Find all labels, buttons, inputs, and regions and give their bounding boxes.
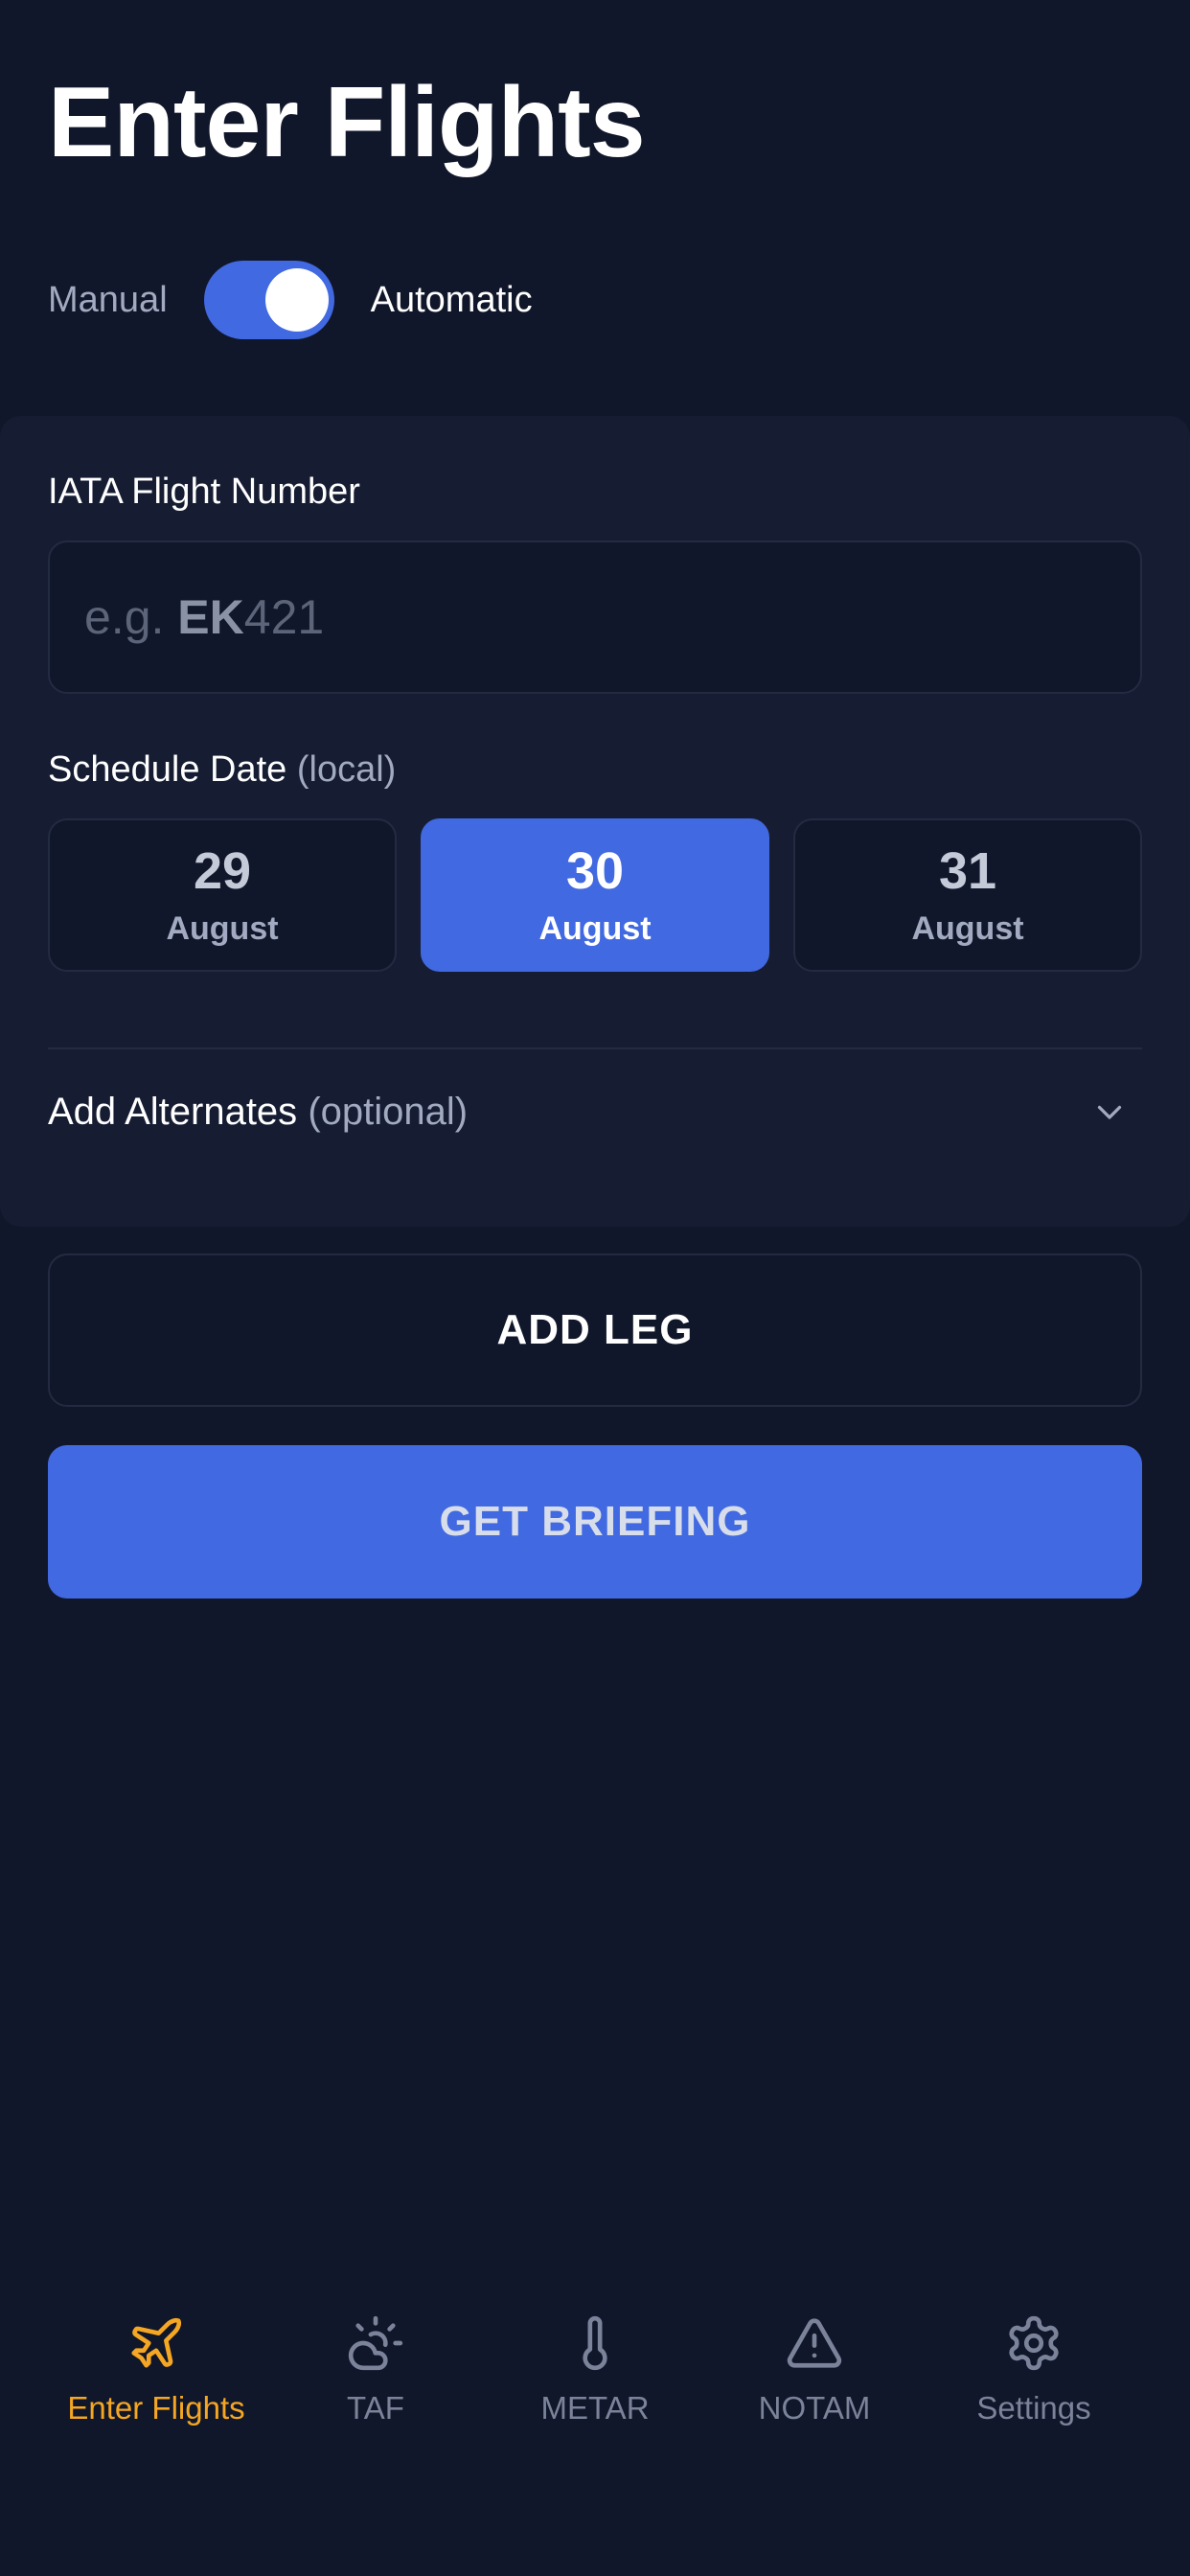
sun-cloud-icon [344,2312,407,2375]
tab-settings[interactable]: Settings [925,2312,1143,2424]
manual-label[interactable]: Manual [48,282,168,318]
placeholder-flight-digits: 421 [243,590,325,644]
flight-number-input[interactable]: e.g. EK 421 [48,540,1142,694]
date-month: August [911,910,1024,947]
date-month: August [538,910,652,947]
date-day: 30 [565,842,625,900]
airplane-icon [125,2312,188,2375]
placeholder-airline-code: EK [177,590,244,644]
placeholder-prefix: e.g. [84,590,178,644]
tab-label: METAR [540,2390,650,2426]
add-alternates-label-suffix: (optional) [308,1091,469,1133]
date-option-31[interactable]: 31 August [793,818,1142,972]
mode-switch-row: Manual Automatic [48,261,533,339]
tab-label: TAF [347,2390,404,2426]
date-selector: 29 August 30 August 31 August [48,818,1142,972]
tab-taf[interactable]: TAF [266,2312,485,2424]
divider [48,1047,1142,1049]
bottom-tab-bar: Enter Flights TAF METAR NOTAM Settings [47,2312,1143,2424]
mode-toggle[interactable] [203,261,334,339]
schedule-date-label-text: Schedule Date [48,749,287,790]
date-day: 29 [193,842,252,900]
tab-label: NOTAM [758,2390,871,2426]
add-alternates-label-text: Add Alternates [48,1091,298,1133]
tab-metar[interactable]: METAR [486,2312,704,2424]
schedule-date-label: Schedule Date (local) [48,751,396,788]
tab-label: Enter Flights [67,2390,245,2426]
automatic-label[interactable]: Automatic [371,282,533,318]
add-alternates-label: Add Alternates (optional) [48,1092,468,1131]
toggle-knob [264,268,329,332]
flight-number-label: IATA Flight Number [48,472,360,512]
date-day: 31 [938,842,997,900]
schedule-date-label-suffix: (local) [296,749,397,790]
date-option-30[interactable]: 30 August [421,818,769,972]
tab-label: Settings [976,2390,1091,2426]
date-option-29[interactable]: 29 August [48,818,397,972]
add-leg-button[interactable]: ADD LEG [48,1254,1142,1407]
thermometer-icon [563,2312,627,2375]
tab-enter-flights[interactable]: Enter Flights [47,2312,265,2424]
add-alternates-toggle[interactable]: Add Alternates (optional) [48,1083,1142,1140]
warning-triangle-icon [783,2312,846,2375]
page-title: Enter Flights [48,67,646,178]
date-month: August [166,910,279,947]
get-briefing-button[interactable]: GET BRIEFING [48,1445,1142,1598]
gear-icon [1002,2312,1065,2375]
tab-notam[interactable]: NOTAM [705,2312,924,2424]
chevron-down-icon[interactable] [1088,1091,1131,1133]
